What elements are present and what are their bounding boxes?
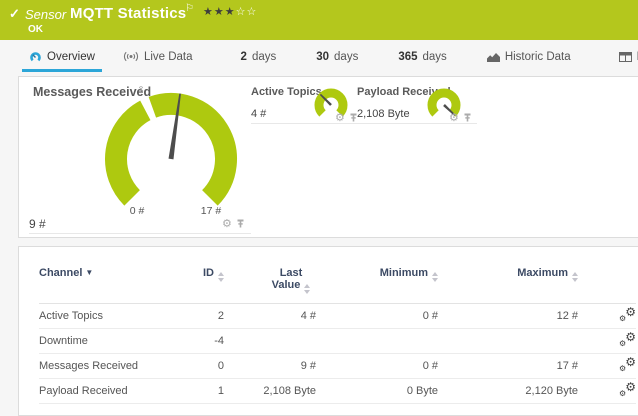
cell-maximum bbox=[438, 329, 578, 354]
sensor-title: MQTT Statistics bbox=[70, 5, 186, 22]
tab-365-days[interactable]: 365 days bbox=[391, 47, 453, 72]
cell-maximum: 12 # bbox=[438, 304, 578, 329]
cell-last-value: 4 # bbox=[224, 304, 316, 329]
stars-empty[interactable]: ☆☆ bbox=[236, 6, 258, 18]
tab-historic-data[interactable]: Historic Data bbox=[480, 47, 578, 72]
primary-gauge-dial bbox=[59, 83, 283, 233]
gear-icon: ⚙ bbox=[619, 339, 626, 348]
tab-label: days bbox=[423, 51, 447, 63]
sensor-header: ✓ Sensor MQTT Statistics ⚐ ★★★☆☆ OK bbox=[0, 0, 638, 40]
gauge-max-label: 17 # bbox=[201, 205, 221, 217]
gauge-icon bbox=[29, 51, 42, 62]
average-marker: x̄ bbox=[139, 84, 144, 94]
stars-filled[interactable]: ★★★ bbox=[203, 6, 236, 18]
gauge-toolbar: ⚙ bbox=[222, 219, 245, 230]
gear-icon: ⚙ bbox=[619, 314, 626, 323]
sensor-status-badge: OK bbox=[28, 24, 43, 35]
column-label: Last Value bbox=[272, 267, 303, 291]
priority-flag-icon[interactable]: ⚐ bbox=[185, 3, 194, 14]
chart-icon bbox=[487, 52, 500, 62]
cell-minimum: 0 # bbox=[316, 304, 438, 329]
sensor-type-label: Sensor bbox=[25, 7, 66, 22]
cell-id: 2 bbox=[179, 304, 224, 329]
cell-last-value bbox=[224, 329, 316, 354]
tab-label: Historic Data bbox=[505, 51, 571, 63]
pin-icon[interactable] bbox=[236, 219, 245, 230]
live-signal-icon bbox=[123, 51, 139, 62]
tab-number: 30 bbox=[316, 51, 329, 63]
log-icon bbox=[619, 52, 632, 62]
table-row: Active Topics 2 4 # 0 # 12 # ⚙⚙ bbox=[39, 304, 636, 329]
column-header-actions bbox=[578, 267, 636, 304]
gauge-min-label: 0 # bbox=[130, 205, 145, 217]
sort-desc-icon: ▼ bbox=[85, 268, 93, 277]
tab-label: Overview bbox=[47, 51, 95, 63]
table-row: Messages Received 0 9 # 0 # 17 # ⚙⚙ bbox=[39, 354, 636, 379]
column-label: ID bbox=[203, 267, 214, 279]
tab-30-days[interactable]: 30 days bbox=[309, 47, 365, 72]
gear-icon: ⚙ bbox=[625, 330, 636, 344]
secondary-gauge bbox=[309, 87, 353, 131]
column-label: Maximum bbox=[517, 267, 568, 279]
gear-icon: ⚙ bbox=[625, 305, 636, 319]
primary-gauge: x̄ 0 # 17 # bbox=[59, 83, 283, 233]
gear-icon[interactable]: ⚙ bbox=[222, 219, 232, 230]
cell-id: -4 bbox=[179, 329, 224, 354]
gauges-panel: Messages Received x̄ 0 # 17 # 9 # ⚙ Acti… bbox=[18, 76, 638, 238]
column-header-id[interactable]: ID bbox=[179, 267, 224, 304]
sort-toggle-icon bbox=[218, 272, 224, 282]
gear-icon: ⚙ bbox=[619, 364, 626, 373]
divider bbox=[29, 233, 251, 234]
gear-icon: ⚙ bbox=[619, 389, 626, 398]
column-header-last-value[interactable]: Last Value bbox=[224, 267, 316, 304]
gear-icon: ⚙ bbox=[625, 355, 636, 369]
gear-icon: ⚙ bbox=[625, 380, 636, 394]
tab-live-data[interactable]: Live Data bbox=[116, 47, 200, 72]
priority-stars[interactable]: ★★★☆☆ bbox=[203, 5, 257, 18]
tab-number: 2 bbox=[241, 51, 247, 63]
cell-id: 0 bbox=[179, 354, 224, 379]
tab-overview[interactable]: Overview bbox=[22, 47, 102, 72]
tab-bar: Overview Live Data 2 days 30 days 365 da… bbox=[22, 47, 638, 71]
secondary-gauge-dial bbox=[422, 87, 466, 131]
tab-label: days bbox=[252, 51, 276, 63]
divider bbox=[357, 123, 477, 124]
secondary-gauge-dial bbox=[309, 87, 353, 131]
channel-table-panel: Channel▼ ID Last Value Minimum Maximum bbox=[18, 246, 638, 416]
channel-table: Channel▼ ID Last Value Minimum Maximum bbox=[39, 267, 636, 404]
status-check-icon: ✓ bbox=[9, 6, 20, 22]
cell-maximum: 17 # bbox=[438, 354, 578, 379]
channel-settings-button[interactable]: ⚙⚙ bbox=[619, 307, 636, 322]
channel-settings-button[interactable]: ⚙⚙ bbox=[619, 332, 636, 347]
column-label: Minimum bbox=[380, 267, 428, 279]
column-header-minimum[interactable]: Minimum bbox=[316, 267, 438, 304]
cell-channel: Messages Received bbox=[39, 354, 179, 379]
primary-gauge-value: 9 # bbox=[29, 217, 46, 231]
divider bbox=[251, 123, 371, 124]
tab-label: Live Data bbox=[144, 51, 193, 63]
tab-number: 365 bbox=[398, 51, 417, 63]
cell-minimum bbox=[316, 329, 438, 354]
channel-settings-button[interactable]: ⚙⚙ bbox=[619, 357, 636, 372]
cell-channel: Active Topics bbox=[39, 304, 179, 329]
table-header-row: Channel▼ ID Last Value Minimum Maximum bbox=[39, 267, 636, 304]
secondary-gauge bbox=[422, 87, 466, 131]
tab-label: days bbox=[334, 51, 358, 63]
tab-log[interactable]: Log bbox=[612, 47, 638, 72]
secondary-gauge-value: 2,108 Byte bbox=[357, 108, 410, 120]
sort-toggle-icon bbox=[432, 272, 438, 282]
table-row: Downtime -4 ⚙⚙ bbox=[39, 329, 636, 354]
column-label: Channel bbox=[39, 267, 82, 279]
column-header-channel[interactable]: Channel▼ bbox=[39, 267, 179, 304]
channel-settings-button[interactable]: ⚙⚙ bbox=[619, 382, 636, 397]
column-header-maximum[interactable]: Maximum bbox=[438, 267, 578, 304]
sort-toggle-icon bbox=[304, 284, 310, 294]
secondary-gauge-value: 4 # bbox=[251, 108, 266, 120]
sort-toggle-icon bbox=[572, 272, 578, 282]
cell-last-value: 9 # bbox=[224, 354, 316, 379]
cell-minimum: 0 # bbox=[316, 354, 438, 379]
tab-2-days[interactable]: 2 days bbox=[234, 47, 284, 72]
cell-channel: Downtime bbox=[39, 329, 179, 354]
